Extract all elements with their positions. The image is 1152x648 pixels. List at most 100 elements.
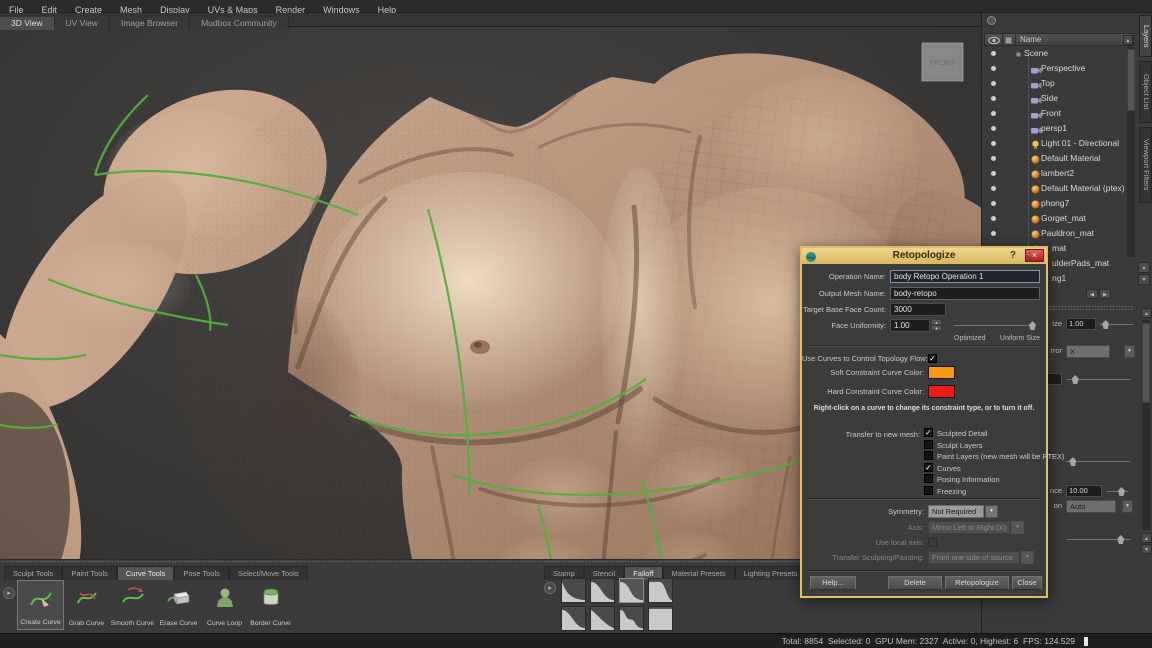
visibility-dot-icon[interactable] [991, 96, 996, 101]
spinner-down-icon[interactable]: ▼ [931, 325, 942, 331]
view-tab-mudbox-community[interactable]: Mudbox Community [190, 17, 289, 30]
visibility-dot-icon[interactable] [991, 51, 996, 56]
visibility-dot-icon[interactable] [991, 111, 996, 116]
operation-name-input[interactable]: body Retopo Operation 1 [890, 270, 1040, 283]
visibility-dot-icon[interactable] [991, 66, 996, 71]
props-scroll-down[interactable]: ▼ [1141, 544, 1152, 554]
face-uniformity-spinner[interactable]: ▲ ▼ [931, 319, 942, 332]
layer-row[interactable]: Scene [984, 46, 1136, 61]
visibility-dot-icon[interactable] [991, 141, 996, 146]
symmetry-dropdown-arrow-icon[interactable]: ▼ [985, 505, 998, 518]
panel-tab-viewport-filters[interactable]: Viewport Filters [1139, 127, 1152, 203]
name-column-header[interactable]: Name [1020, 34, 1041, 46]
lock-column-icon[interactable] [1005, 37, 1012, 44]
layer-row[interactable]: Default Material [984, 151, 1136, 166]
gear-icon[interactable] [987, 16, 996, 25]
falloff-s-curve[interactable] [561, 606, 586, 631]
layer-row[interactable]: lambert2 [984, 166, 1136, 181]
view-tab-image-browser[interactable]: Image Browser [110, 17, 190, 30]
layer-scroll-up[interactable]: ▲ [1138, 262, 1150, 273]
layer-row[interactable]: Pauldron_mat [984, 226, 1136, 241]
tray-tab-select-move-tools[interactable]: Select/Move Tools [229, 566, 308, 580]
tray-tab-paint-tools[interactable]: Paint Tools [62, 566, 117, 580]
layer-row[interactable]: Perspective [984, 61, 1136, 76]
slider-handle[interactable] [1069, 457, 1076, 466]
property-input[interactable]: 1.00 [1066, 318, 1096, 330]
visibility-dot-icon[interactable] [991, 216, 996, 221]
slider-handle[interactable] [1118, 487, 1125, 496]
layer-row[interactable]: Default Material (ptex) [984, 181, 1136, 196]
tool-tray-expander-icon[interactable]: ▸ [3, 587, 15, 599]
visibility-dot-icon[interactable] [991, 156, 996, 161]
layer-row[interactable]: persp1 [984, 121, 1136, 136]
falloff-steep-ease[interactable] [561, 578, 586, 603]
soft-constraint-swatch[interactable] [928, 366, 955, 379]
panel-tab-object-list[interactable]: Object List [1139, 61, 1152, 123]
visibility-dot-icon[interactable] [991, 201, 996, 206]
property-input[interactable]: 10.00 [1066, 485, 1102, 497]
falloff-hold-drop[interactable] [648, 578, 673, 603]
transfer-checkbox[interactable]: ✓ [924, 428, 933, 437]
help--button[interactable]: Help... [810, 576, 856, 590]
visibility-dot-icon[interactable] [991, 231, 996, 236]
falloff-constant[interactable] [648, 606, 673, 631]
tray-tab-material-presets[interactable]: Material Presets [663, 566, 735, 580]
panel-tab-layers[interactable]: Layers [1139, 15, 1152, 57]
transfer-checkbox[interactable] [924, 486, 933, 495]
dropdown-arrow-icon[interactable]: ▼ [1124, 345, 1135, 358]
tool-border-curve[interactable]: Border Curve [247, 580, 294, 630]
layer-row[interactable]: Side [984, 91, 1136, 106]
layer-scroll-left[interactable]: ◀ [1086, 289, 1098, 299]
transfer-checkbox[interactable] [924, 440, 933, 449]
help-icon[interactable]: ? [1010, 248, 1016, 264]
visibility-dot-icon[interactable] [991, 186, 996, 191]
layer-scroll-down[interactable]: ▼ [1138, 274, 1150, 285]
falloff-ease-out[interactable] [590, 606, 615, 631]
slider-handle[interactable] [1072, 375, 1079, 384]
transfer-checkbox[interactable] [924, 451, 933, 460]
props-scroll-up[interactable]: ▲ [1141, 308, 1152, 318]
dropdown-arrow-icon[interactable]: ▼ [1122, 500, 1133, 513]
tray-tab-sculpt-tools[interactable]: Sculpt Tools [4, 566, 62, 580]
layer-row[interactable]: Light 01 - Directional [984, 136, 1136, 151]
tray-tab-lighting-presets[interactable]: Lighting Presets [735, 566, 807, 580]
face-uniformity-slider-handle[interactable] [1029, 321, 1036, 330]
layer-row[interactable]: Front [984, 106, 1136, 121]
props-scrollbar-thumb[interactable] [1142, 323, 1150, 403]
layer-row[interactable]: Gorget_mat [984, 211, 1136, 226]
use-curves-checkbox[interactable]: ✓ [928, 354, 937, 363]
falloff-smooth-step[interactable] [590, 578, 615, 603]
tray-tab-curve-tools[interactable]: Curve Tools [117, 566, 174, 580]
props-scroll-up2[interactable]: ▲ [1141, 533, 1152, 543]
hard-constraint-swatch[interactable] [928, 385, 955, 398]
scroll-up-button[interactable]: ▲ [1123, 35, 1133, 45]
dialog-titlebar[interactable]: Retopologize ? × [802, 248, 1046, 264]
layer-scrollbar-thumb[interactable] [1127, 49, 1135, 111]
symmetry-dropdown[interactable]: Not Required [928, 505, 984, 518]
target-face-count-input[interactable]: 3000 [890, 303, 946, 316]
close-button[interactable]: Close [1012, 576, 1042, 590]
close-icon[interactable]: × [1025, 249, 1044, 262]
face-uniformity-input[interactable]: 1.00 [890, 319, 930, 332]
preset-tray-expander-icon[interactable]: ▸ [544, 582, 556, 594]
property-dropdown[interactable]: X [1066, 345, 1110, 358]
layer-row[interactable]: Top [984, 76, 1136, 91]
visibility-dot-icon[interactable] [991, 81, 996, 86]
visibility-dot-icon[interactable] [991, 126, 996, 131]
layer-row[interactable]: phong7 [984, 196, 1136, 211]
retopologize-button[interactable]: Retopologize [945, 576, 1009, 590]
layer-list-header[interactable]: Name ▲ [984, 33, 1134, 46]
tray-tab-pose-tools[interactable]: Pose Tools [174, 566, 229, 580]
slider-handle[interactable] [1102, 320, 1109, 329]
view-tab-uv-view[interactable]: UV View [55, 17, 110, 30]
transfer-checkbox[interactable]: ✓ [924, 463, 933, 472]
view-tab-3d-view[interactable]: 3D View [0, 17, 55, 30]
falloff-wave[interactable] [619, 606, 644, 631]
output-mesh-name-input[interactable]: body-retopo [890, 287, 1040, 300]
falloff-bell[interactable] [619, 578, 644, 603]
layer-scroll-right[interactable]: ▶ [1099, 289, 1111, 299]
face-uniformity-slider[interactable] [954, 325, 1036, 326]
transfer-checkbox[interactable] [924, 474, 933, 483]
slider-handle[interactable] [1117, 535, 1124, 544]
delete-button[interactable]: Delete [888, 576, 942, 590]
